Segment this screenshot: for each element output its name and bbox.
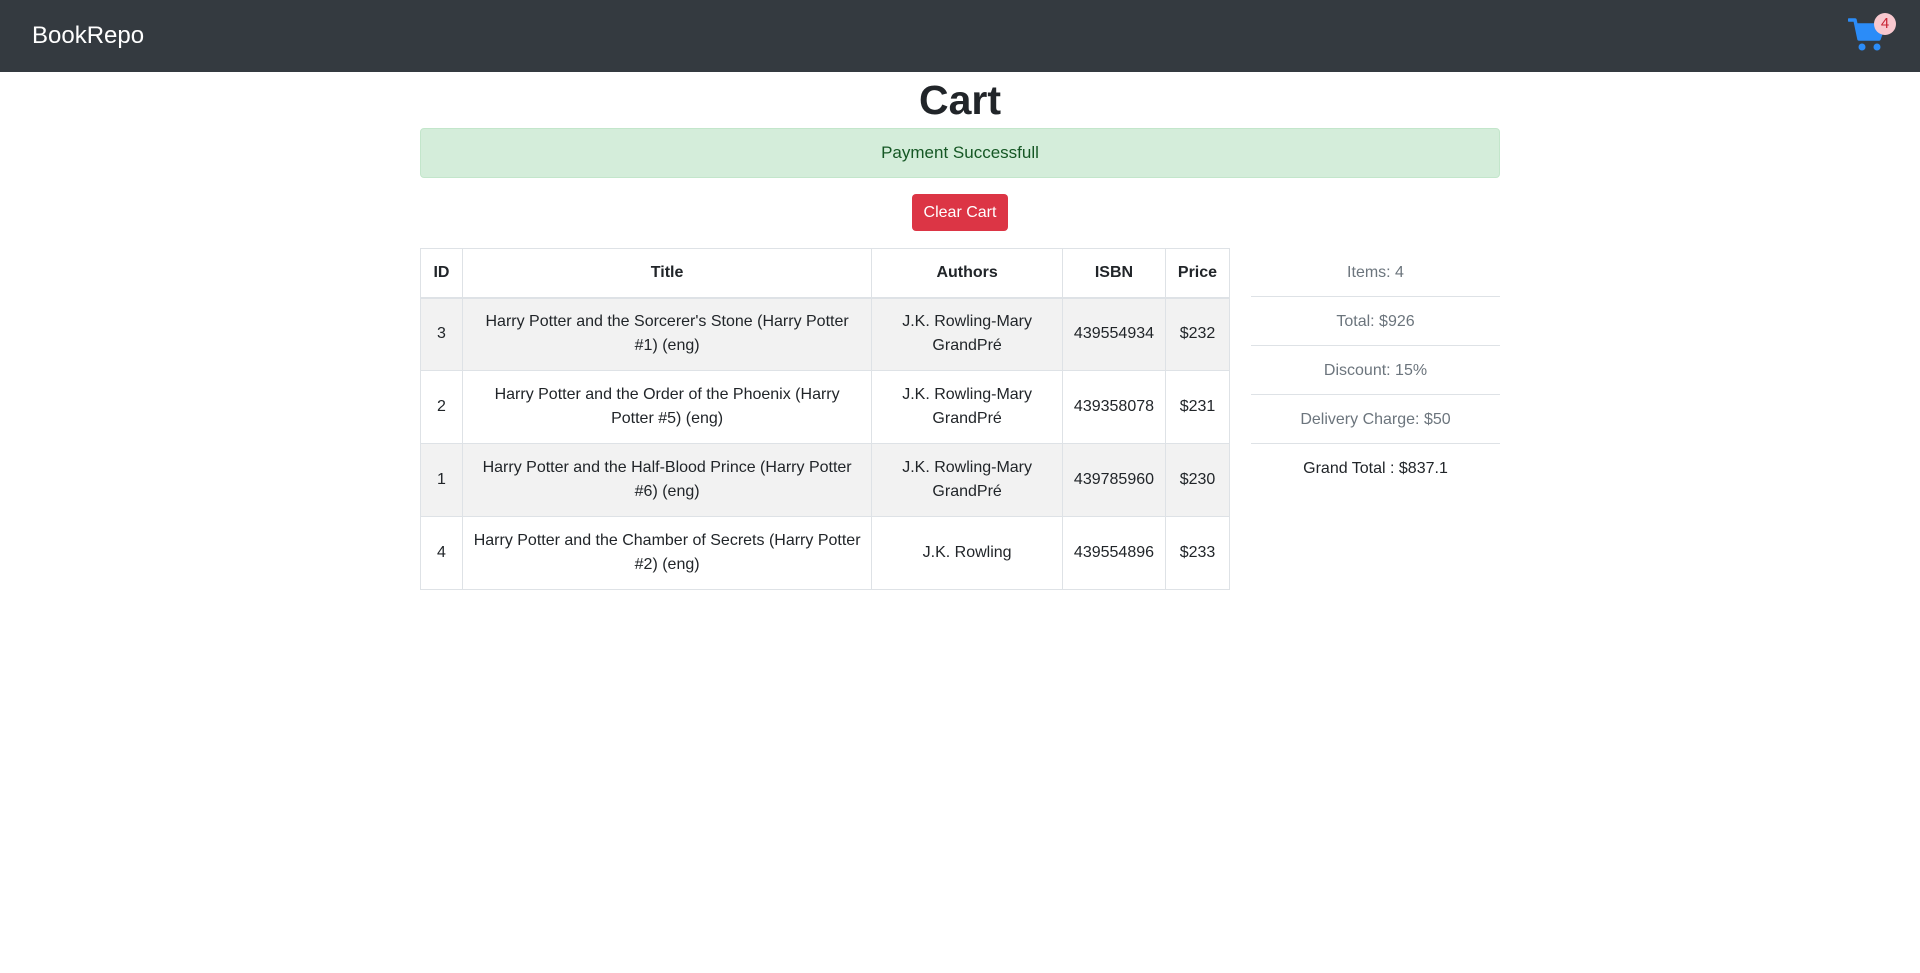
cell-price: $233 <box>1164 516 1231 590</box>
cell-price: $232 <box>1164 297 1231 371</box>
payment-success-alert: Payment Successfull <box>420 128 1500 178</box>
cell-authors: J.K. Rowling-Mary GrandPré <box>871 443 1063 517</box>
table-row: 3 Harry Potter and the Sorcerer's Stone … <box>420 297 1231 371</box>
cell-authors: J.K. Rowling-Mary GrandPré <box>871 370 1063 444</box>
cell-authors: J.K. Rowling <box>871 516 1063 590</box>
header-isbn: ISBN <box>1061 248 1166 299</box>
cell-id: 1 <box>420 443 463 517</box>
table-header-row: ID Title Authors ISBN Price <box>420 248 1231 299</box>
cell-isbn: 439554896 <box>1061 516 1166 590</box>
cell-title: Harry Potter and the Half-Blood Prince (… <box>461 443 873 517</box>
cell-price: $230 <box>1164 443 1231 517</box>
page-title: Cart <box>918 77 1002 123</box>
summary-items: Items: 4 <box>1251 248 1500 297</box>
cart-count-badge: 4 <box>1874 13 1896 35</box>
cell-id: 3 <box>420 297 463 371</box>
action-row: Clear Cart <box>420 178 1500 250</box>
summary-total: Total: $926 <box>1251 297 1500 346</box>
header-price: Price <box>1164 248 1231 299</box>
order-summary: Items: 4 Total: $926 Discount: 15% Deliv… <box>1251 248 1500 493</box>
clear-cart-button[interactable]: Clear Cart <box>912 194 1008 231</box>
cell-authors: J.K. Rowling-Mary GrandPré <box>871 297 1063 371</box>
table-row: 1 Harry Potter and the Half-Blood Prince… <box>420 443 1231 517</box>
navbar: BookRepo 4 <box>0 0 1920 72</box>
header-title: Title <box>461 248 873 299</box>
cell-isbn: 439358078 <box>1061 370 1166 444</box>
cell-title: Harry Potter and the Chamber of Secrets … <box>461 516 873 590</box>
cell-title: Harry Potter and the Order of the Phoeni… <box>461 370 873 444</box>
cell-id: 2 <box>420 370 463 444</box>
summary-discount: Discount: 15% <box>1251 346 1500 395</box>
cart-page: Cart Payment Successfull Clear Cart ID T… <box>420 72 1500 590</box>
cell-title: Harry Potter and the Sorcerer's Stone (H… <box>461 297 873 371</box>
cart-link[interactable]: 4 <box>1848 12 1898 62</box>
brand-link[interactable]: BookRepo <box>32 22 144 50</box>
cell-isbn: 439554934 <box>1061 297 1166 371</box>
cell-price: $231 <box>1164 370 1231 444</box>
summary-delivery-charge: Delivery Charge: $50 <box>1251 395 1500 444</box>
header-id: ID <box>420 248 463 299</box>
cell-isbn: 439785960 <box>1061 443 1166 517</box>
table-row: 4 Harry Potter and the Chamber of Secret… <box>420 516 1231 590</box>
summary-grand-total: Grand Total : $837.1 <box>1303 460 1448 477</box>
header-authors: Authors <box>871 248 1063 299</box>
cell-id: 4 <box>420 516 463 590</box>
table-row: 2 Harry Potter and the Order of the Phoe… <box>420 370 1231 444</box>
cart-table: ID Title Authors ISBN Price 3 Harry Pott… <box>420 248 1231 590</box>
